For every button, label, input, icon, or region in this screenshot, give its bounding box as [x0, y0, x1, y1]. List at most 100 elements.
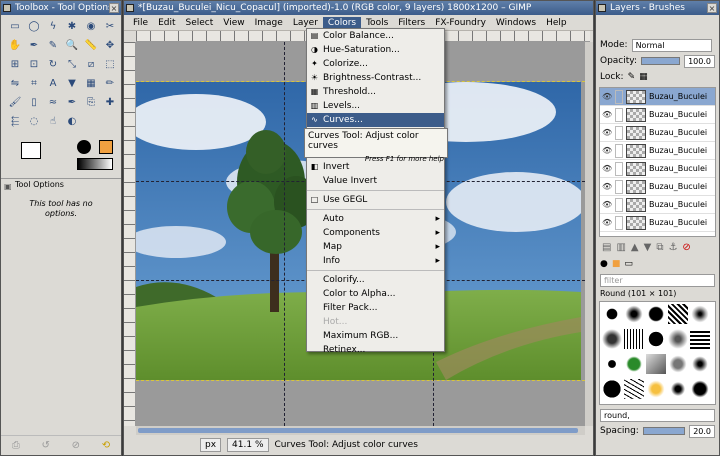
scale-icon[interactable]: ⤡ [64, 57, 80, 73]
lower-layer-icon[interactable]: ▼ [644, 242, 652, 253]
menu-layer[interactable]: Layer [288, 17, 323, 29]
airbrush-icon[interactable]: ≈ [45, 95, 61, 111]
brush-preset[interactable] [668, 354, 688, 374]
vertical-ruler[interactable] [124, 42, 136, 426]
brush-preset[interactable] [690, 329, 710, 349]
brush-preset[interactable] [624, 304, 644, 324]
menu-select[interactable]: Select [181, 17, 219, 29]
brush-preset[interactable] [602, 329, 622, 349]
chain-toggle[interactable] [615, 179, 623, 194]
window-menu-icon[interactable] [3, 4, 11, 12]
scroll-thumb[interactable] [138, 428, 578, 433]
lock-alpha-icon[interactable]: ▦ [639, 72, 648, 82]
color-select-icon[interactable]: ◉ [83, 19, 99, 35]
new-layer-group-icon[interactable]: ▥ [616, 242, 625, 253]
free-select-icon[interactable]: ϟ [45, 19, 61, 35]
layer-row[interactable]: 👁 Buzau_Buculei [600, 214, 715, 232]
reset-options-icon[interactable]: ⟲ [102, 440, 110, 451]
menu-item-hot[interactable]: Hot... [307, 315, 444, 329]
visibility-eye-icon[interactable]: 👁 [602, 218, 612, 227]
window-menu-icon[interactable] [598, 4, 606, 12]
foreground-color[interactable] [21, 142, 41, 159]
zoom-select[interactable]: 41.1 % [227, 438, 269, 452]
brush-preset[interactable] [690, 354, 710, 374]
brush-preset[interactable] [602, 354, 622, 374]
ink-icon[interactable]: ✒ [64, 95, 80, 111]
paths-icon[interactable]: ✒ [26, 38, 42, 54]
rotate-icon[interactable]: ↻ [45, 57, 61, 73]
chain-toggle[interactable] [615, 197, 623, 212]
menu-view[interactable]: View [218, 17, 249, 29]
menu-item-auto[interactable]: Auto ▸ [307, 212, 444, 226]
visibility-eye-icon[interactable]: 👁 [602, 164, 612, 173]
color-picker-icon[interactable]: ✎ [45, 38, 61, 54]
brush-filter-input[interactable]: filter [600, 273, 715, 287]
menu-item-use-gegl[interactable]: □ Use GEGL [307, 193, 444, 207]
raise-layer-icon[interactable]: ▲ [631, 242, 639, 253]
fuzzy-select-icon[interactable]: ✱ [64, 19, 80, 35]
blend-icon[interactable]: ▦ [83, 76, 99, 92]
active-gradient-icon[interactable] [77, 158, 113, 170]
visibility-eye-icon[interactable]: 👁 [602, 92, 612, 101]
layer-row[interactable]: 👁 Buzau_Buculei [600, 142, 715, 160]
blur-icon[interactable]: ◌ [26, 114, 42, 130]
menu-file[interactable]: File [128, 17, 153, 29]
brush-name-field[interactable]: round, [600, 408, 715, 422]
brush-preset[interactable] [646, 304, 666, 324]
menu-item-maximum-rgb[interactable]: Maximum RGB... [307, 329, 444, 343]
vertical-scrollbar[interactable] [585, 42, 593, 426]
brush-preset[interactable] [690, 379, 710, 399]
paintbrush-icon[interactable]: 🖌 [7, 95, 23, 111]
menu-item-components[interactable]: Components ▸ [307, 226, 444, 240]
heal-icon[interactable]: ✚ [102, 95, 118, 111]
save-options-icon[interactable]: ⎙ [12, 440, 20, 451]
brush-preset[interactable] [624, 354, 644, 374]
move-icon[interactable]: ✥ [102, 38, 118, 54]
zoom-icon[interactable]: 🔍 [64, 38, 80, 54]
menu-item-color-balance[interactable]: ▤ Color Balance... [307, 29, 444, 43]
menu-item-map[interactable]: Map ▸ [307, 240, 444, 254]
active-brush-icon[interactable] [77, 140, 91, 154]
cage-icon[interactable]: ⌗ [26, 76, 42, 92]
dodge-burn-icon[interactable]: ◐ [64, 114, 80, 130]
perspective-clone-icon[interactable]: ⬱ [7, 114, 23, 130]
opacity-slider[interactable] [641, 57, 681, 65]
guide-vertical-1[interactable] [284, 42, 285, 426]
delete-options-icon[interactable]: ⊘ [72, 440, 80, 451]
lock-pixels-icon[interactable]: ✎ [628, 72, 636, 82]
layer-row[interactable]: 👁 Buzau_Buculei [600, 196, 715, 214]
visibility-eye-icon[interactable]: 👁 [602, 146, 612, 155]
menu-item-hue-saturation[interactable]: ◑ Hue-Saturation... [307, 43, 444, 57]
image-titlebar[interactable]: *[Buzau_Buculei_Nicu_Copacul] (imported)… [124, 1, 593, 15]
menu-item-brightness-contrast[interactable]: ☀ Brightness-Contrast... [307, 71, 444, 85]
layer-row[interactable]: 👁 Buzau_Buculei [600, 160, 715, 178]
duplicate-layer-icon[interactable]: ⧉ [656, 242, 663, 253]
menu-item-levels[interactable]: ▥ Levels... [307, 99, 444, 113]
menu-item-filter-pack[interactable]: Filter Pack... [307, 301, 444, 315]
brush-preset[interactable] [690, 304, 710, 324]
smudge-icon[interactable]: ☝ [45, 114, 61, 130]
menu-item-colorify[interactable]: Colorify... [307, 273, 444, 287]
menu-help[interactable]: Help [541, 17, 572, 29]
menu-item-threshold[interactable]: ▦ Threshold... [307, 85, 444, 99]
brush-preset[interactable] [602, 379, 622, 399]
foreground-select-icon[interactable]: ✋ [7, 38, 23, 54]
toolbox-titlebar[interactable]: Toolbox - Tool Options × [1, 1, 121, 15]
perspective-icon[interactable]: ⬚ [102, 57, 118, 73]
layer-row[interactable]: 👁 Buzau_Buculei [600, 178, 715, 196]
opacity-value[interactable]: 100.0 [684, 54, 715, 68]
menu-item-colorize[interactable]: ✦ Colorize... [307, 57, 444, 71]
menu-image[interactable]: Image [250, 17, 288, 29]
brush-preset[interactable] [668, 329, 688, 349]
layer-row[interactable]: 👁 Buzau_Buculei [600, 106, 715, 124]
new-layer-icon[interactable]: ▤ [602, 242, 611, 253]
chain-toggle[interactable] [615, 161, 623, 176]
spacing-slider[interactable] [642, 427, 686, 435]
ellipse-select-icon[interactable]: ◯ [26, 19, 42, 35]
clone-icon[interactable]: ⎘ [83, 95, 99, 111]
menu-item-curves[interactable]: ∿ Curves... [307, 113, 444, 127]
brushes-tab-icon[interactable]: ● [600, 259, 608, 269]
visibility-eye-icon[interactable]: 👁 [602, 200, 612, 209]
active-pattern-icon[interactable] [99, 140, 113, 154]
shear-icon[interactable]: ⧄ [83, 57, 99, 73]
